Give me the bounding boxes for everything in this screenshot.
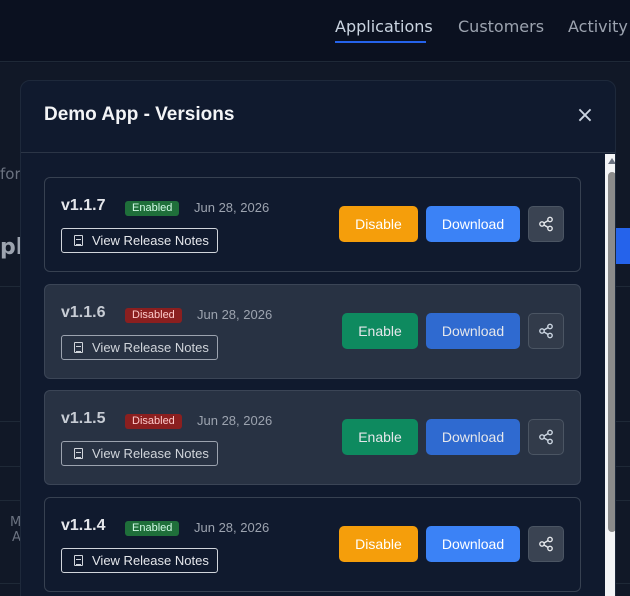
version-card: v1.1.7 Enabled Jun 28, 2026 View Release… xyxy=(44,177,581,272)
nav-applications[interactable]: Applications xyxy=(335,17,433,36)
version-number: v1.1.7 xyxy=(61,197,106,214)
release-date: Jun 28, 2026 xyxy=(197,413,273,428)
status-badge: Enabled xyxy=(125,521,180,536)
top-navigation: Applications Customers Activity xyxy=(0,0,630,62)
background-text-fragment: for xyxy=(0,165,21,183)
version-number: v1.1.4 xyxy=(61,517,106,534)
share-icon xyxy=(539,323,553,339)
download-button[interactable]: Download xyxy=(426,419,520,455)
document-icon xyxy=(74,342,83,353)
close-icon[interactable]: × xyxy=(575,105,595,127)
version-card: v1.1.5 Disabled Jun 28, 2026 View Releas… xyxy=(44,390,581,485)
share-icon xyxy=(539,429,553,445)
download-button[interactable]: Download xyxy=(426,206,520,242)
share-icon xyxy=(539,536,553,552)
share-button[interactable] xyxy=(528,206,564,242)
versions-modal: Demo App - Versions × v1.1.7 Enabled Jun… xyxy=(20,80,616,596)
view-release-notes-label: View Release Notes xyxy=(92,553,209,568)
version-number: v1.1.5 xyxy=(61,410,106,427)
share-button[interactable] xyxy=(528,419,564,455)
nav-customers[interactable]: Customers xyxy=(458,17,544,36)
release-date: Jun 28, 2026 xyxy=(194,520,270,535)
scrollbar-thumb[interactable] xyxy=(608,172,615,532)
disable-button[interactable]: Disable xyxy=(339,526,418,562)
document-icon xyxy=(74,448,83,459)
view-release-notes-button[interactable]: View Release Notes xyxy=(61,548,218,573)
modal-title: Demo App - Versions xyxy=(44,104,235,125)
scroll-up-arrow-icon[interactable] xyxy=(608,158,615,164)
version-number: v1.1.6 xyxy=(61,304,106,321)
enable-button[interactable]: Enable xyxy=(342,419,418,455)
view-release-notes-button[interactable]: View Release Notes xyxy=(61,335,218,360)
nav-active-indicator xyxy=(335,41,426,43)
download-button[interactable]: Download xyxy=(426,313,520,349)
view-release-notes-label: View Release Notes xyxy=(92,233,209,248)
view-release-notes-button[interactable]: View Release Notes xyxy=(61,441,218,466)
release-date: Jun 28, 2026 xyxy=(197,307,273,322)
share-button[interactable] xyxy=(528,526,564,562)
versions-list: v1.1.7 Enabled Jun 28, 2026 View Release… xyxy=(21,154,615,596)
share-button[interactable] xyxy=(528,313,564,349)
enable-button[interactable]: Enable xyxy=(342,313,418,349)
status-badge: Disabled xyxy=(125,308,182,323)
view-release-notes-label: View Release Notes xyxy=(92,446,209,461)
view-release-notes-label: View Release Notes xyxy=(92,340,209,355)
download-button[interactable]: Download xyxy=(426,526,520,562)
document-icon xyxy=(74,235,83,246)
status-badge: Disabled xyxy=(125,414,182,429)
modal-header: Demo App - Versions × xyxy=(21,81,615,153)
document-icon xyxy=(74,555,83,566)
status-badge: Enabled xyxy=(125,201,180,216)
share-icon xyxy=(539,216,553,232)
nav-activity[interactable]: Activity xyxy=(568,17,628,36)
release-date: Jun 28, 2026 xyxy=(194,200,270,215)
version-card: v1.1.4 Enabled Jun 28, 2026 View Release… xyxy=(44,497,581,592)
version-card: v1.1.6 Disabled Jun 28, 2026 View Releas… xyxy=(44,284,581,379)
disable-button[interactable]: Disable xyxy=(339,206,418,242)
view-release-notes-button[interactable]: View Release Notes xyxy=(61,228,218,253)
